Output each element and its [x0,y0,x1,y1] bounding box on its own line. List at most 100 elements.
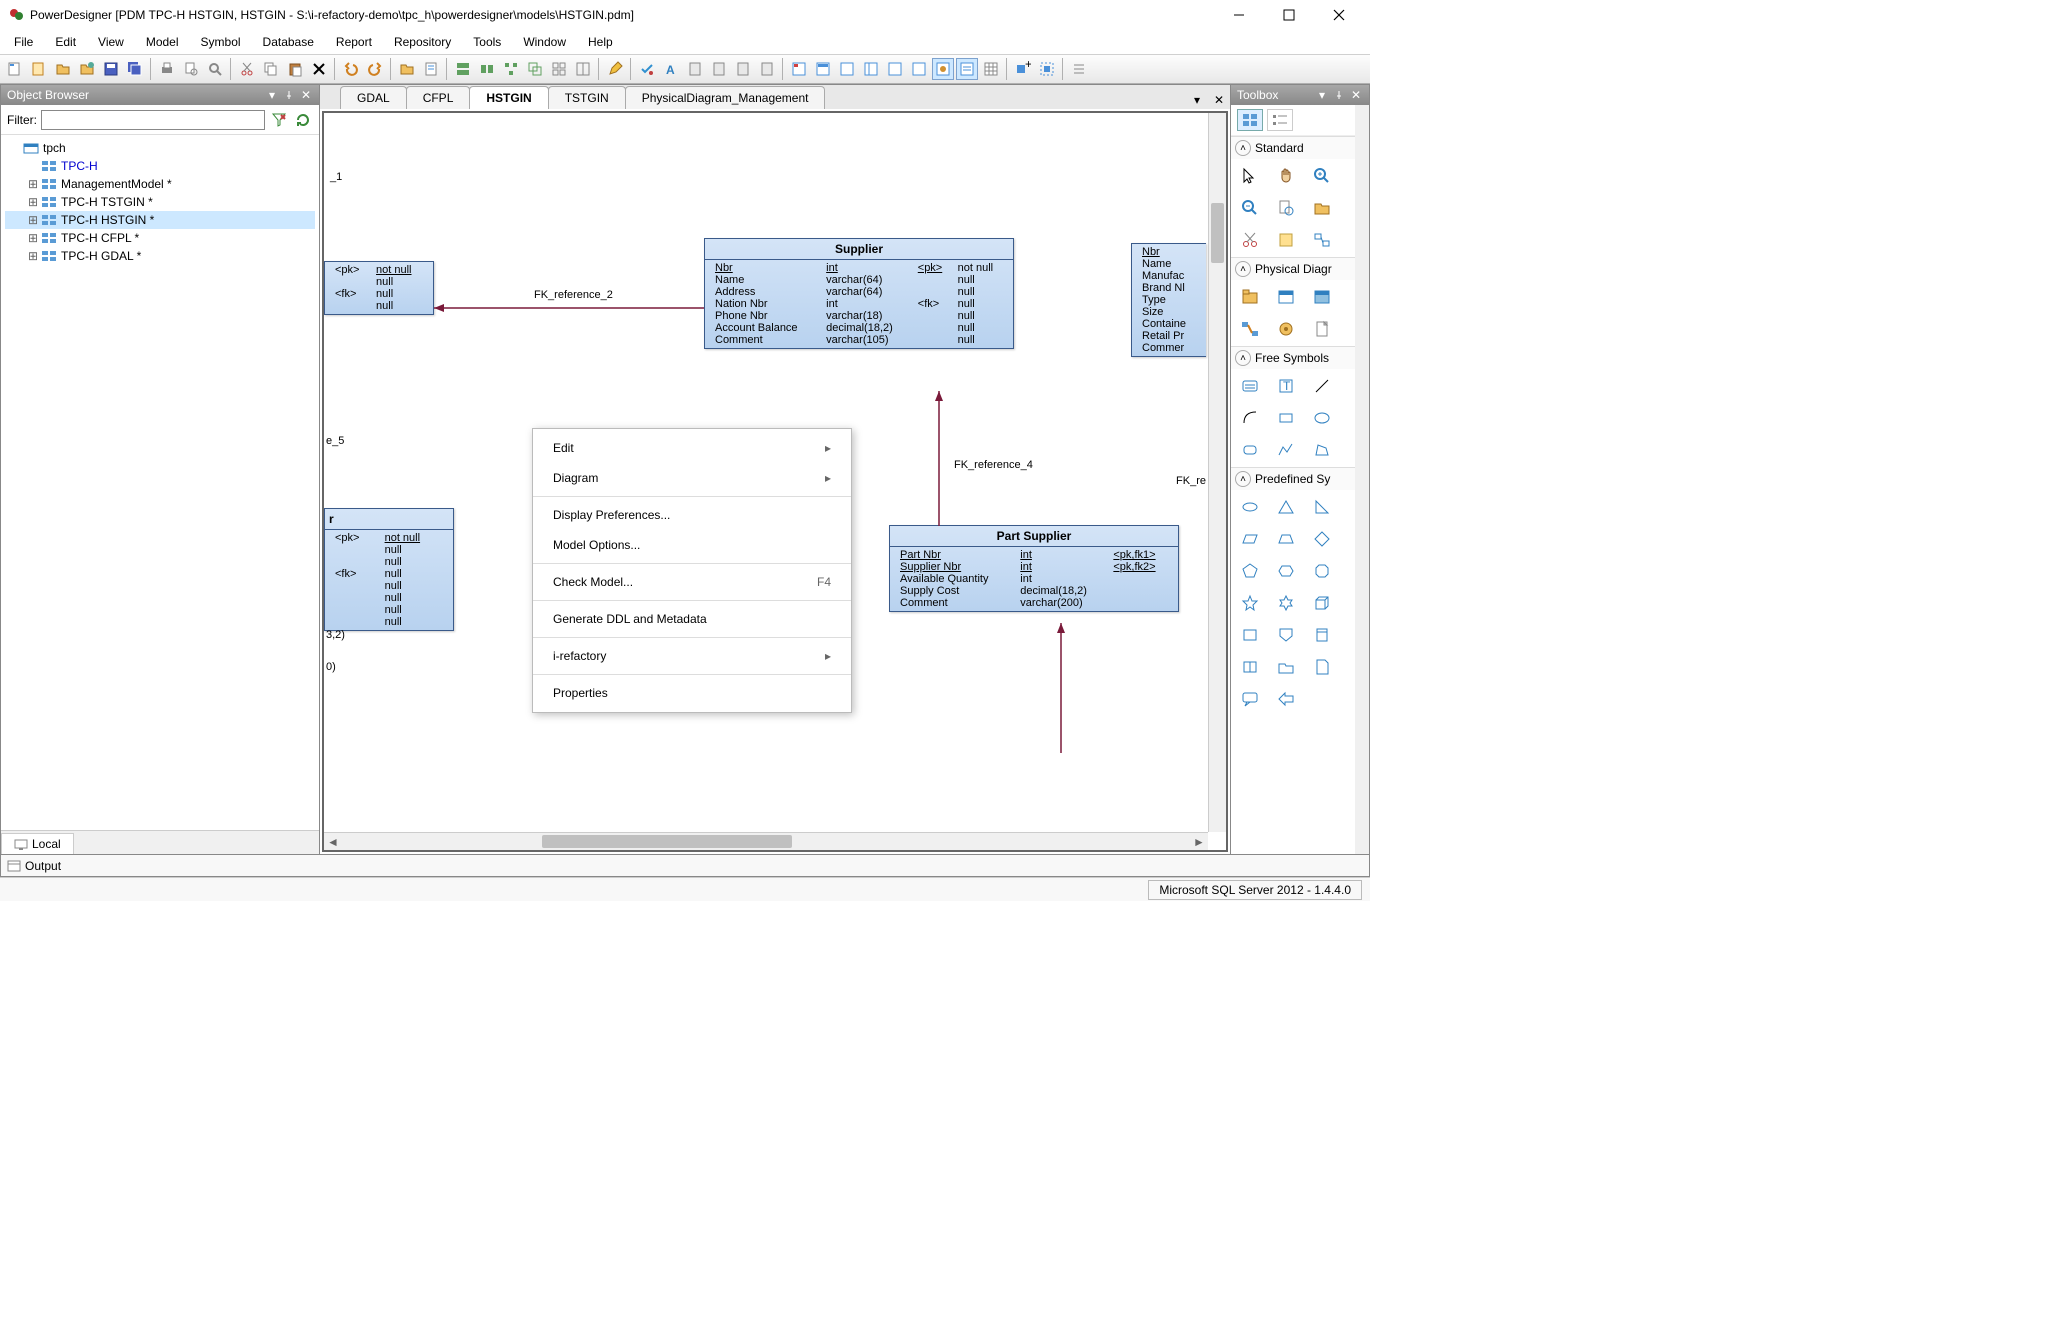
clear-filter-icon[interactable] [269,110,289,130]
dropdown-icon[interactable]: ▾ [265,88,279,102]
shape-shield-icon[interactable] [1271,622,1301,648]
shape-oval-icon[interactable] [1235,494,1265,520]
table-tool-icon[interactable] [1271,284,1301,310]
link-tool-icon[interactable] [1307,227,1337,253]
refresh-icon[interactable] [293,110,313,130]
doc3-icon[interactable] [732,58,754,80]
view1-icon[interactable] [788,58,810,80]
save-icon[interactable] [100,58,122,80]
pin-icon[interactable] [282,88,296,102]
output-bar[interactable]: Output [0,855,1370,877]
properties-icon[interactable] [420,58,442,80]
filter-input[interactable] [41,110,265,130]
toolbox-view-list-icon[interactable] [1267,109,1293,131]
object-tree[interactable]: tpchTPC-H⊞ManagementModel *⊞TPC-H TSTGIN… [1,135,319,830]
shape-split-icon[interactable] [1235,654,1265,680]
group-icon[interactable] [476,58,498,80]
copy-icon[interactable] [260,58,282,80]
tab-hstgin[interactable]: HSTGIN [469,86,548,109]
layout-h-icon[interactable] [452,58,474,80]
ellipse-tool-icon[interactable] [1307,405,1337,431]
hand-tool-icon[interactable] [1271,163,1301,189]
zoom-in-icon[interactable]: + [1012,58,1034,80]
shape-pentagon-icon[interactable] [1235,558,1265,584]
cut-icon[interactable] [236,58,258,80]
ctx-item[interactable]: Model Options... [533,530,851,560]
package-tool-icon[interactable] [1235,284,1265,310]
undo-icon[interactable] [340,58,362,80]
ctx-item[interactable]: Check Model...F4 [533,567,851,597]
open-tool-icon[interactable] [1307,195,1337,221]
cascade-icon[interactable] [524,58,546,80]
menu-file[interactable]: File [4,32,43,52]
zoom-in-tool-icon[interactable] [1307,163,1337,189]
entity-partial-1[interactable]: <pk>not nullnull<fk>nullnull [324,261,434,315]
zoom-area-icon[interactable] [1036,58,1058,80]
tab-menu-icon[interactable]: ▾ [1188,91,1206,109]
tab-physicaldiagram[interactable]: PhysicalDiagram_Management [625,86,826,109]
polygon-tool-icon[interactable] [1307,437,1337,463]
align-icon[interactable] [500,58,522,80]
shape-callout-icon[interactable] [1235,686,1265,712]
entity-supplier[interactable]: Supplier Nbrint<pk>not nullNamevarchar(6… [704,238,1014,349]
menu-repository[interactable]: Repository [384,32,461,52]
entity-part-partial[interactable]: NbrNameManufacBrand NlTypeSizeContaineRe… [1131,243,1206,357]
tab-close-icon[interactable]: ✕ [1210,91,1228,109]
shape-star6-icon[interactable] [1271,590,1301,616]
grid-icon[interactable] [980,58,1002,80]
tree-node[interactable]: ⊞TPC-H CFPL * [5,229,315,247]
entity-part-supplier[interactable]: Part Supplier Part Nbrint<pk,fk1>Supplie… [889,525,1179,612]
pointer-tool-icon[interactable] [1235,163,1265,189]
menu-view[interactable]: View [88,32,134,52]
toolbox-section-standard[interactable]: ˄Standard [1231,137,1369,159]
doc4-icon[interactable] [756,58,778,80]
menu-edit[interactable]: Edit [45,32,86,52]
shape-doc-icon[interactable] [1307,654,1337,680]
view3-icon[interactable] [836,58,858,80]
toolbox-section-physical[interactable]: ˄Physical Diagr [1231,258,1369,280]
doc1-icon[interactable] [684,58,706,80]
tab-gdal[interactable]: GDAL [340,86,407,109]
minimize-button[interactable] [1224,5,1254,25]
toolbox-close-icon[interactable]: ✕ [1349,88,1363,102]
text-tool-icon[interactable]: T [1271,373,1301,399]
view2-icon[interactable] [812,58,834,80]
tree-node[interactable]: ⊞TPC-H GDAL * [5,247,315,265]
tab-cfpl[interactable]: CFPL [406,86,471,109]
toolbox-pin-icon[interactable] [1332,88,1346,102]
tile-icon[interactable] [548,58,570,80]
close-button[interactable] [1324,5,1354,25]
toolbox-scrollbar[interactable] [1355,105,1369,854]
ctx-item[interactable]: Diagram▸ [533,463,851,493]
menu-model[interactable]: Model [136,32,189,52]
line-tool-icon[interactable] [1307,373,1337,399]
list-icon[interactable] [1068,58,1090,80]
shape-arrow-l-icon[interactable] [1271,686,1301,712]
open2-icon[interactable] [76,58,98,80]
menu-symbol[interactable]: Symbol [191,32,251,52]
paste-icon[interactable] [284,58,306,80]
tree-node[interactable]: ⊞ManagementModel * [5,175,315,193]
new-icon[interactable] [4,58,26,80]
toolbox-section-predefined[interactable]: ˄Predefined Sy [1231,468,1369,490]
menu-tools[interactable]: Tools [463,32,511,52]
shape-flag-icon[interactable] [1235,622,1265,648]
ctx-item[interactable]: Generate DDL and Metadata [533,604,851,634]
open-icon[interactable] [52,58,74,80]
horizontal-scrollbar[interactable]: ◄► [324,832,1208,850]
cut-tool-icon[interactable] [1235,227,1265,253]
diagram-canvas[interactable]: _1 e_5 <pk>not nullnull<fk>nullnull r <p… [322,111,1228,852]
toolbox-section-free[interactable]: ˄Free Symbols [1231,347,1369,369]
ctx-item[interactable]: Edit▸ [533,433,851,463]
view-tool-icon[interactable] [1307,284,1337,310]
shape-triangle-icon[interactable] [1271,494,1301,520]
shape-rtriangle-icon[interactable] [1307,494,1337,520]
ctx-item[interactable]: Properties [533,678,851,708]
pencil-icon[interactable] [604,58,626,80]
find-icon[interactable] [204,58,226,80]
shape-star5-icon[interactable] [1235,590,1265,616]
menu-window[interactable]: Window [513,32,576,52]
ctx-item[interactable]: i-refactory▸ [533,641,851,671]
view7-icon[interactable] [932,58,954,80]
local-tab[interactable]: Local [1,833,74,854]
